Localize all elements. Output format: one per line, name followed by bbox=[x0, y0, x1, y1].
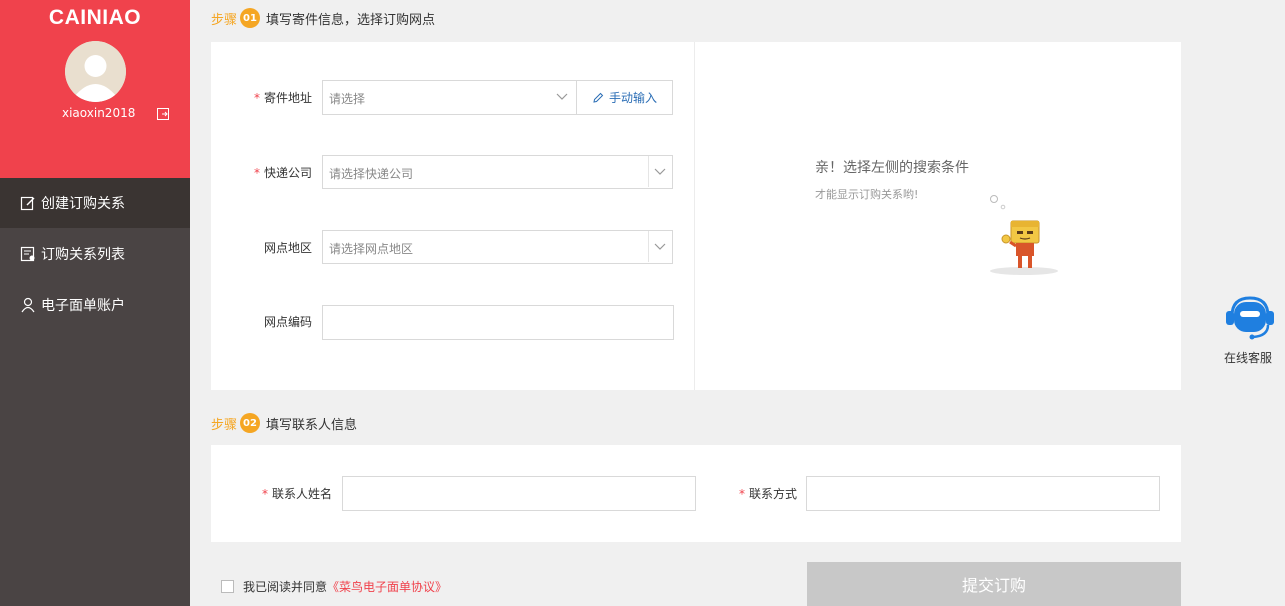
user-avatar-icon bbox=[65, 41, 126, 102]
required-mark: * bbox=[261, 487, 268, 501]
edit-icon bbox=[20, 196, 35, 211]
sidebar: CAINIAO xiaoxin2018 创建订购关系 订购关系列表 电子面单账户 bbox=[0, 0, 190, 606]
contact-method-input[interactable] bbox=[806, 476, 1160, 511]
select-arrow-cell bbox=[648, 156, 672, 187]
manual-input-button[interactable]: 手动输入 bbox=[576, 80, 673, 115]
placeholder: 请选择网点地区 bbox=[329, 242, 414, 256]
step-word: 步骤 bbox=[211, 417, 238, 433]
online-service-label[interactable]: 在线客服 bbox=[1224, 349, 1272, 366]
submit-order-button[interactable]: 提交订购 bbox=[807, 562, 1181, 606]
region-label: 网点地区 bbox=[240, 239, 312, 256]
field-label: 快递公司 bbox=[263, 166, 312, 180]
chevron-down-icon bbox=[654, 243, 666, 250]
step-word: 步骤 bbox=[211, 12, 238, 28]
card-divider bbox=[694, 42, 695, 390]
step-title-text: 填写联系人信息 bbox=[266, 417, 358, 433]
pencil-icon bbox=[593, 92, 604, 103]
outlet-code-input[interactable] bbox=[322, 305, 674, 340]
agreement-checkbox[interactable] bbox=[221, 580, 234, 593]
agreement-link[interactable]: 《菜鸟电子面单协议》 bbox=[327, 578, 447, 595]
profile-panel: CAINIAO xiaoxin2018 bbox=[0, 0, 190, 178]
field-label: 联系人姓名 bbox=[271, 487, 332, 501]
required-mark: * bbox=[253, 91, 260, 105]
placeholder: 请选择快递公司 bbox=[329, 167, 414, 181]
address-label: * 寄件地址 bbox=[240, 89, 312, 106]
username: xiaoxin2018 bbox=[62, 106, 136, 120]
chevron-down-icon bbox=[654, 168, 666, 175]
step-title-text: 填写寄件信息，选择订购网点 bbox=[266, 12, 436, 28]
online-service-icon[interactable] bbox=[1223, 294, 1277, 342]
contact-name-input[interactable] bbox=[342, 476, 696, 511]
mascot-illustration-icon bbox=[990, 195, 1058, 275]
field-label: 联系方式 bbox=[748, 487, 797, 501]
step-number-badge: 02 bbox=[240, 413, 261, 433]
step1-title: 步骤 01 填写寄件信息，选择订购网点 bbox=[211, 8, 435, 28]
courier-select[interactable]: 请选择快递公司 bbox=[322, 155, 673, 189]
nav-waybill-account[interactable]: 电子面单账户 bbox=[0, 280, 190, 330]
agreement-text: 我已阅读并同意 bbox=[243, 580, 328, 594]
address-select[interactable]: 请选择 bbox=[322, 80, 577, 115]
nav-subscription-list[interactable]: 订购关系列表 bbox=[0, 229, 190, 279]
step-number-badge: 01 bbox=[240, 8, 261, 28]
chevron-down-icon bbox=[556, 93, 568, 100]
empty-state-subtitle: 才能显示订购关系哟! bbox=[815, 188, 919, 201]
contact-name-label: * 联系人姓名 bbox=[255, 485, 332, 502]
placeholder: 请选择 bbox=[329, 92, 366, 106]
manual-input-label: 手动输入 bbox=[608, 91, 657, 105]
code-label: 网点编码 bbox=[240, 313, 312, 330]
contact-method-label: * 联系方式 bbox=[720, 485, 797, 502]
user-icon bbox=[21, 297, 35, 313]
avatar[interactable] bbox=[65, 41, 126, 102]
logout-icon[interactable] bbox=[157, 108, 169, 120]
region-select[interactable]: 请选择网点地区 bbox=[322, 230, 673, 264]
brand-logo: CAINIAO bbox=[48, 6, 142, 29]
nav-label: 电子面单账户 bbox=[41, 298, 125, 314]
required-mark: * bbox=[738, 487, 745, 501]
field-label: 网点地区 bbox=[263, 241, 312, 255]
list-doc-icon bbox=[20, 246, 35, 262]
field-label: 寄件地址 bbox=[263, 91, 312, 105]
empty-state-title: 亲！选择左侧的搜索条件 bbox=[815, 160, 969, 176]
required-mark: * bbox=[253, 166, 260, 180]
nav-label: 创建订购关系 bbox=[41, 196, 125, 212]
courier-label: * 快递公司 bbox=[240, 164, 312, 181]
field-label: 网点编码 bbox=[263, 315, 312, 329]
nav-label: 订购关系列表 bbox=[41, 247, 125, 263]
nav-create-subscription[interactable]: 创建订购关系 bbox=[0, 178, 190, 228]
select-arrow-cell bbox=[648, 231, 672, 262]
step2-title: 步骤 02 填写联系人信息 bbox=[211, 413, 357, 433]
agreement-row: 我已阅读并同意 《菜鸟电子面单协议》 bbox=[221, 578, 447, 595]
